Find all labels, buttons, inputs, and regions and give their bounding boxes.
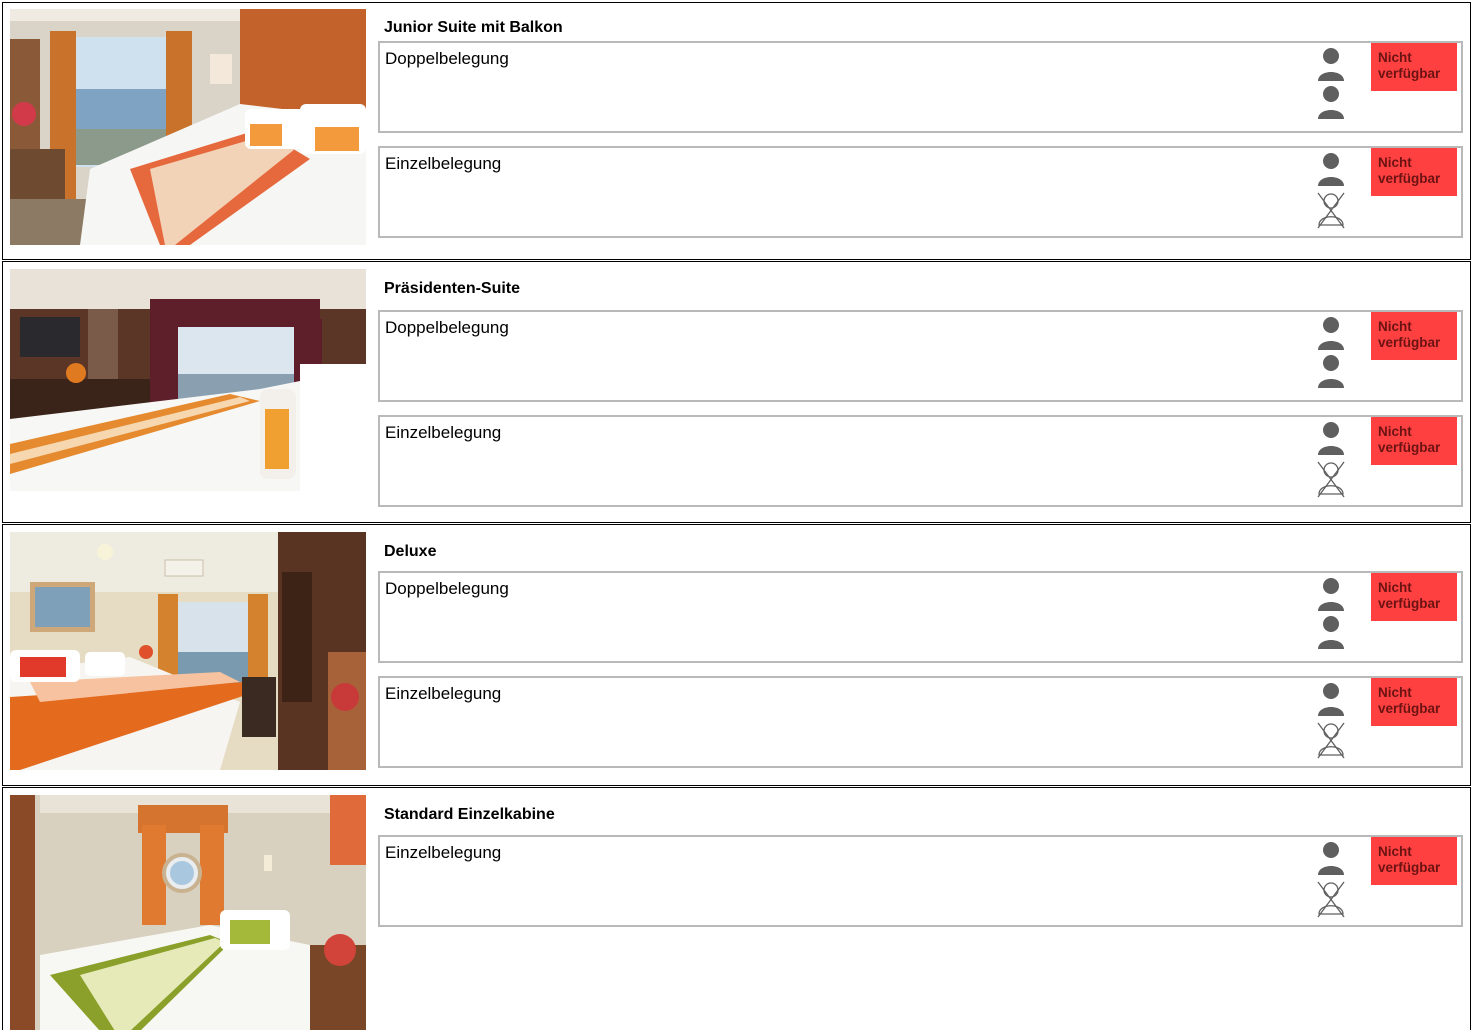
occupancy-option-single[interactable]: Einzelbelegung Nicht verfügbar — [378, 835, 1463, 927]
person-crossed-icon — [1317, 461, 1345, 498]
person-crossed-icon — [1317, 881, 1345, 918]
cabin-card: Standard Einzelkabine Einzelbelegung Nic… — [2, 787, 1471, 1030]
availability-badge: Nicht verfügbar — [1371, 43, 1457, 91]
occupancy-icons — [1316, 682, 1346, 764]
availability-badge: Nicht verfügbar — [1371, 678, 1457, 726]
person-icon — [1318, 153, 1344, 186]
occupancy-icons — [1316, 152, 1346, 234]
occupancy-option-single[interactable]: Einzelbelegung Nicht verfügbar — [378, 415, 1463, 507]
cabin-card: Junior Suite mit Balkon Doppelbelegung N… — [2, 2, 1471, 260]
person-icon — [1318, 616, 1344, 649]
occupancy-label: Doppelbelegung — [385, 579, 509, 598]
occupancy-label: Einzelbelegung — [385, 423, 502, 442]
occupancy-icons — [1316, 841, 1346, 923]
availability-badge: Nicht verfügbar — [1371, 573, 1457, 621]
cabin-photo — [10, 532, 366, 770]
occupancy-icons — [1316, 47, 1346, 129]
person-crossed-icon — [1317, 722, 1345, 759]
availability-badge: Nicht verfügbar — [1371, 417, 1457, 465]
occupancy-label: Einzelbelegung — [385, 684, 502, 703]
occupancy-option-single[interactable]: Einzelbelegung Nicht verfügbar — [378, 676, 1463, 768]
person-icon — [1318, 422, 1344, 455]
occupancy-icons — [1316, 316, 1346, 398]
person-icon — [1318, 842, 1344, 875]
occupancy-label: Einzelbelegung — [385, 843, 502, 862]
occupancy-option-double[interactable]: Doppelbelegung Nicht verfügbar — [378, 571, 1463, 663]
occupancy-option-single[interactable]: Einzelbelegung Nicht verfügbar — [378, 146, 1463, 238]
cabin-card: Deluxe Doppelbelegung Nicht verfügbar Ei… — [2, 524, 1471, 786]
occupancy-icons — [1316, 577, 1346, 659]
occupancy-option-double[interactable]: Doppelbelegung Nicht verfügbar — [378, 310, 1463, 402]
occupancy-option-double[interactable]: Doppelbelegung Nicht verfügbar — [378, 41, 1463, 133]
person-icon — [1318, 86, 1344, 119]
occupancy-label: Einzelbelegung — [385, 154, 502, 173]
availability-badge: Nicht verfügbar — [1371, 148, 1457, 196]
availability-badge: Nicht verfügbar — [1371, 312, 1457, 360]
occupancy-icons — [1316, 421, 1346, 503]
person-icon — [1318, 317, 1344, 350]
availability-badge: Nicht verfügbar — [1371, 837, 1457, 885]
cabin-list: Junior Suite mit Balkon Doppelbelegung N… — [0, 0, 1473, 1030]
cabin-title: Standard Einzelkabine — [384, 806, 555, 823]
cabin-photo — [10, 9, 366, 245]
person-icon — [1318, 48, 1344, 81]
person-icon — [1318, 683, 1344, 716]
cabin-title: Junior Suite mit Balkon — [384, 19, 563, 36]
cabin-title: Deluxe — [384, 543, 437, 560]
cabin-card: Präsidenten-Suite Doppelbelegung Nicht v… — [2, 261, 1471, 523]
person-icon — [1318, 578, 1344, 611]
cabin-photo — [10, 269, 366, 491]
person-crossed-icon — [1317, 192, 1345, 229]
occupancy-label: Doppelbelegung — [385, 318, 509, 337]
cabin-title: Präsidenten-Suite — [384, 280, 521, 297]
occupancy-label: Doppelbelegung — [385, 49, 509, 68]
cabin-photo — [10, 795, 366, 1030]
person-icon — [1318, 355, 1344, 388]
